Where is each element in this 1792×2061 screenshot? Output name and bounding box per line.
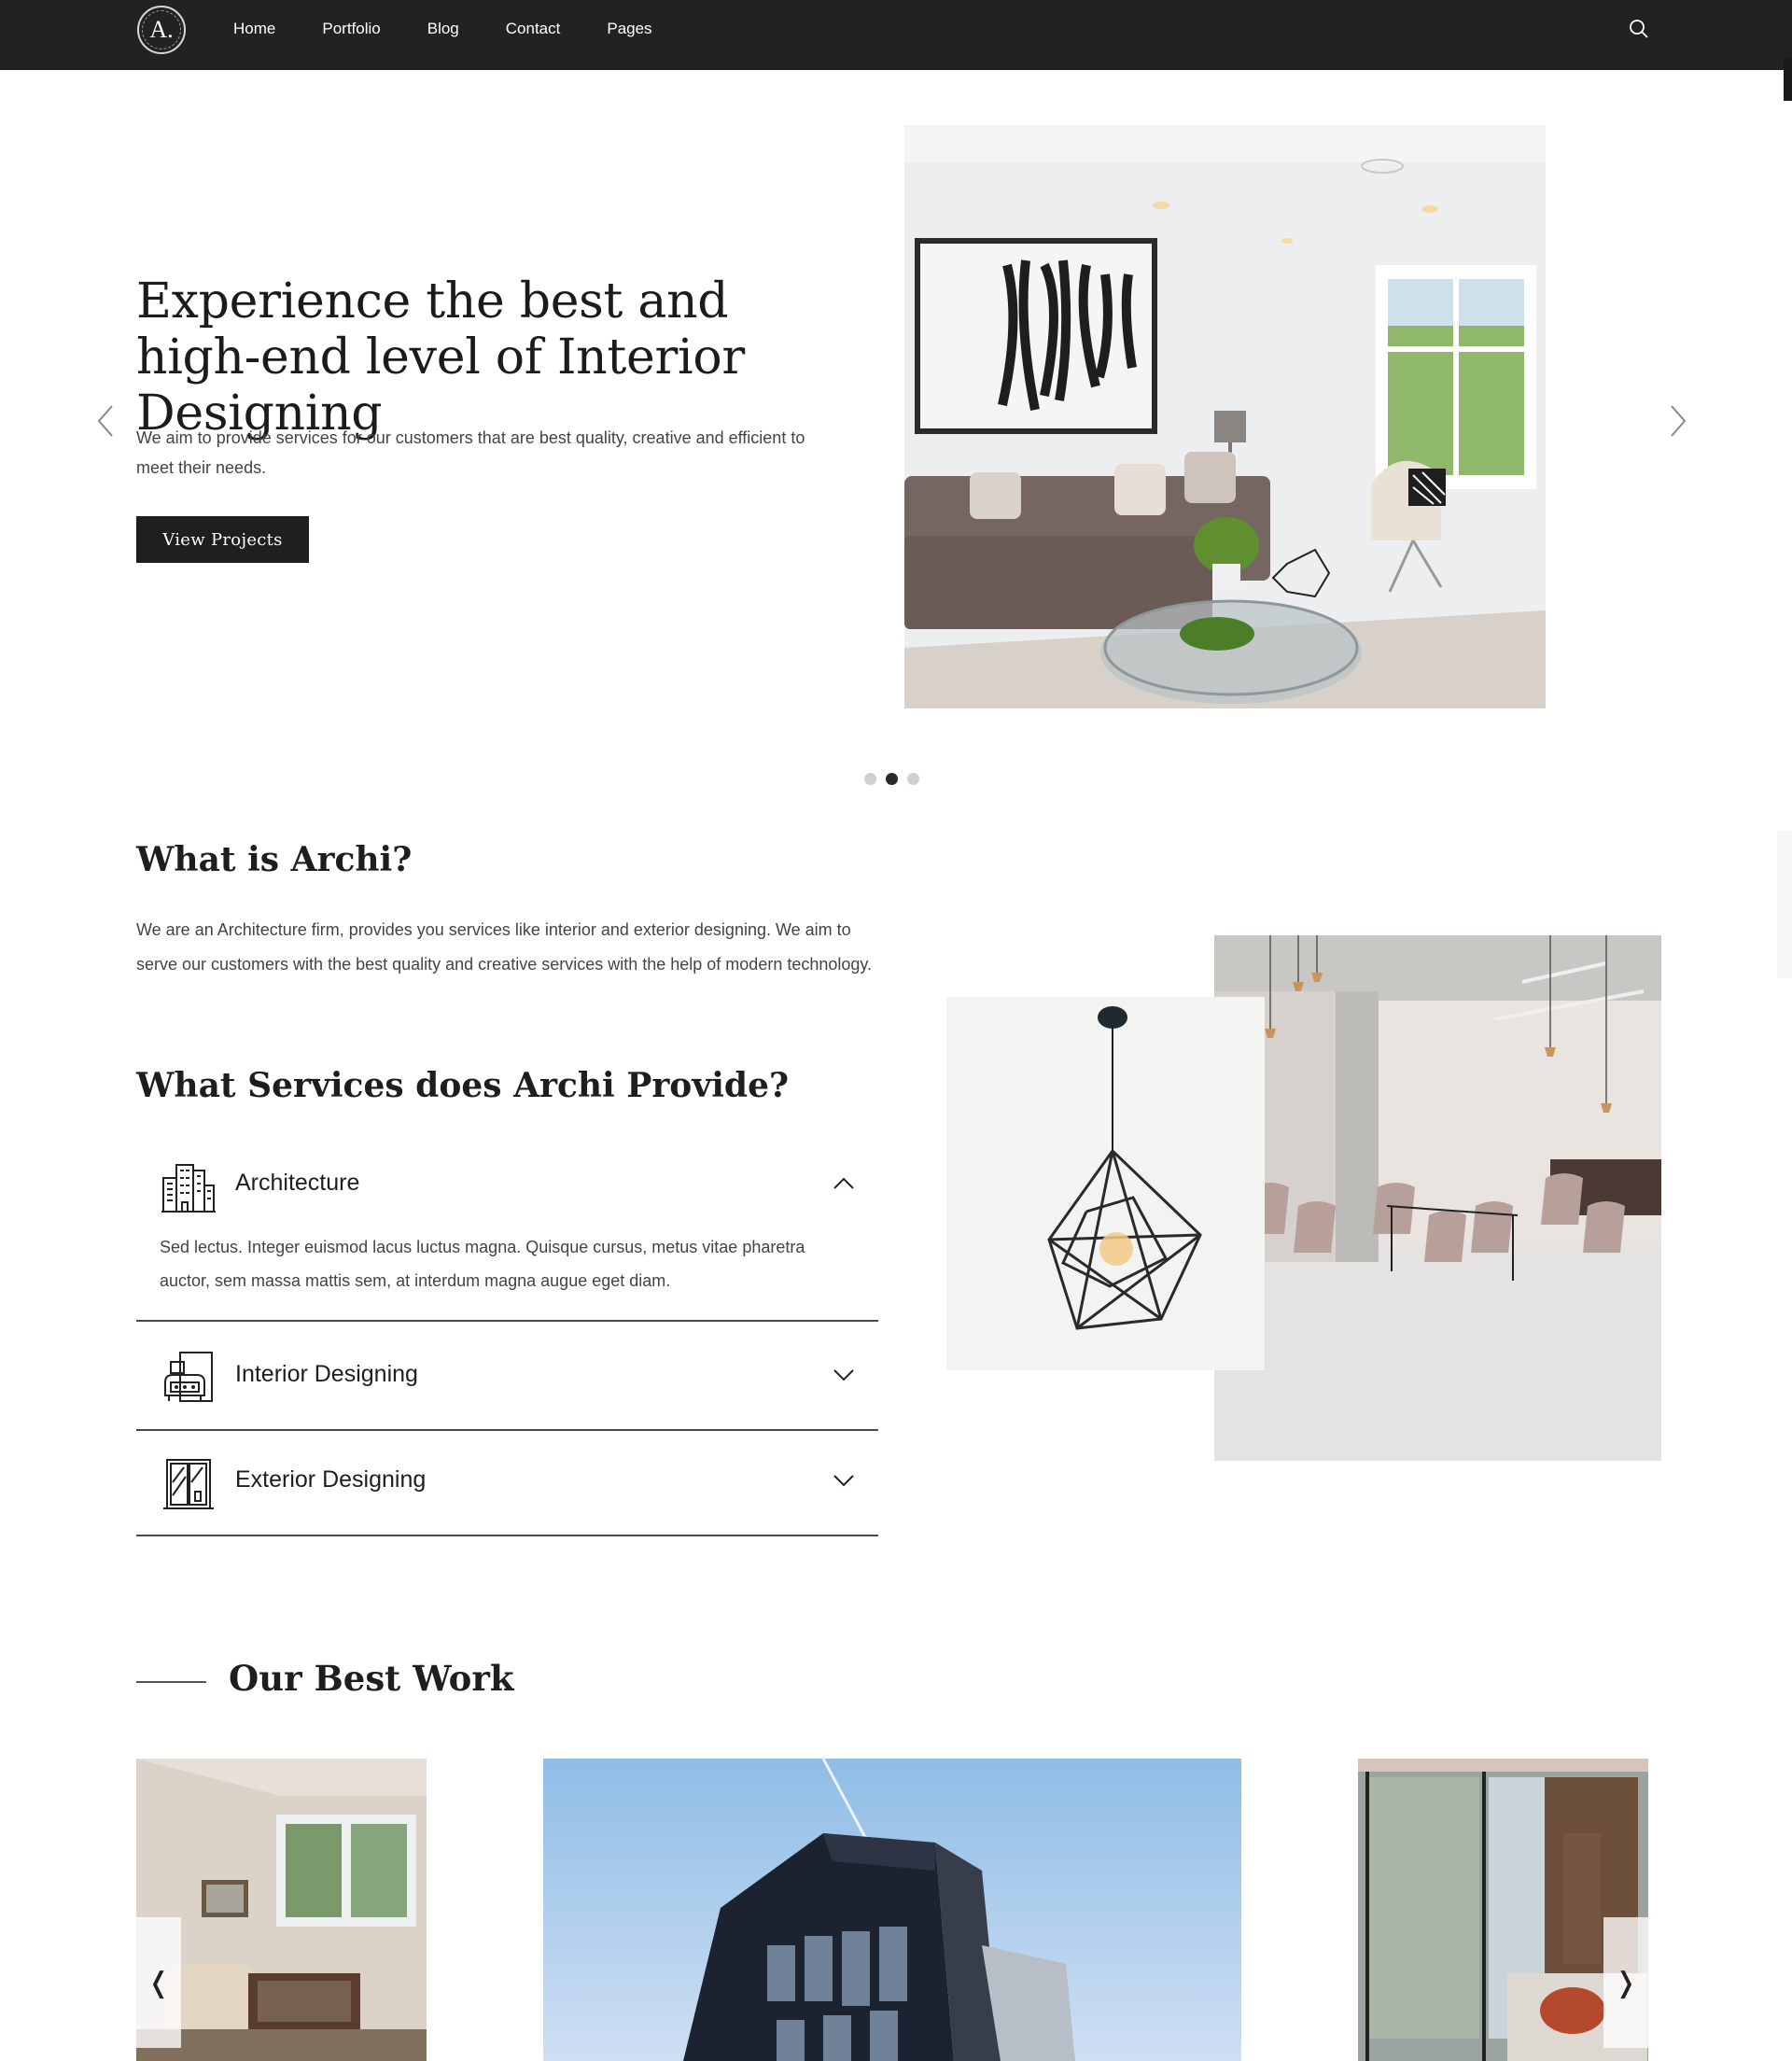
slider-prev-icon[interactable]	[96, 404, 115, 438]
accordion-body-architecture: Sed lectus. Integer euismod lacus luctus…	[160, 1238, 805, 1290]
about-text: We are an Architecture firm, provides yo…	[136, 920, 873, 974]
chevron-up-icon[interactable]	[833, 1175, 855, 1192]
nav-home-link[interactable]: Home	[233, 20, 275, 38]
carousel-next-button[interactable]: ❭	[1603, 1917, 1648, 2048]
top-navbar: A. Home Portfolio Blog Contact Pages	[0, 0, 1792, 70]
hero-subtitle: We aim to provide services for our custo…	[136, 428, 805, 477]
scrollbar-thumb[interactable]	[1784, 58, 1792, 101]
main-menu: Home Portfolio Blog Contact Pages	[233, 0, 699, 58]
about-title: What is Archi?	[136, 840, 413, 879]
armchair-icon	[164, 1352, 213, 1402]
work-card-2[interactable]	[543, 1759, 1241, 2061]
nav-blog-link[interactable]: Blog	[427, 20, 459, 38]
nav-pages-link[interactable]: Pages	[607, 20, 651, 38]
nav-contact-link[interactable]: Contact	[506, 20, 561, 38]
accordion-interior: Interior Designing	[136, 1324, 878, 1431]
pendant-lamp-image	[946, 997, 1265, 1370]
carousel-prev-button[interactable]: ❬	[136, 1917, 181, 2048]
services-title: What Services does Archi Provide?	[136, 1066, 790, 1105]
accordion-architecture: Architecture Sed lectus. Integer euismod…	[136, 1132, 878, 1322]
office-interior-image	[1214, 935, 1661, 1461]
chevron-down-icon[interactable]	[833, 1367, 855, 1383]
accordion-label-exterior: Exterior Designing	[235, 1466, 427, 1493]
section-divider	[136, 1681, 206, 1683]
accordion-header-interior[interactable]: Interior Designing	[136, 1324, 878, 1429]
accordion-header-architecture[interactable]: Architecture	[136, 1132, 878, 1238]
slider-next-icon[interactable]	[1669, 404, 1687, 438]
accordion-label-architecture: Architecture	[235, 1170, 360, 1196]
window-icon	[163, 1459, 214, 1509]
logo[interactable]: A.	[137, 6, 186, 54]
accordion-header-exterior[interactable]: Exterior Designing	[136, 1429, 878, 1535]
chevron-down-icon[interactable]	[833, 1472, 855, 1489]
search-icon[interactable]	[1628, 18, 1650, 40]
work-title: Our Best Work	[229, 1658, 514, 1699]
scroll-indicator	[1777, 831, 1792, 978]
nav-portfolio-link[interactable]: Portfolio	[322, 20, 380, 38]
slide-dot-3[interactable]	[907, 773, 919, 785]
hero-image	[904, 125, 1546, 708]
slide-dot-2[interactable]	[886, 773, 898, 785]
accordion-exterior: Exterior Designing	[136, 1429, 878, 1536]
accordion-label-interior: Interior Designing	[235, 1361, 418, 1387]
slider-dots	[864, 773, 919, 785]
slide-dot-1[interactable]	[864, 773, 876, 785]
hero-title: Experience the best and high-end level o…	[136, 273, 745, 442]
view-projects-button[interactable]: View Projects	[136, 516, 309, 563]
buildings-icon	[161, 1164, 216, 1213]
logo-text: A.	[149, 16, 174, 43]
